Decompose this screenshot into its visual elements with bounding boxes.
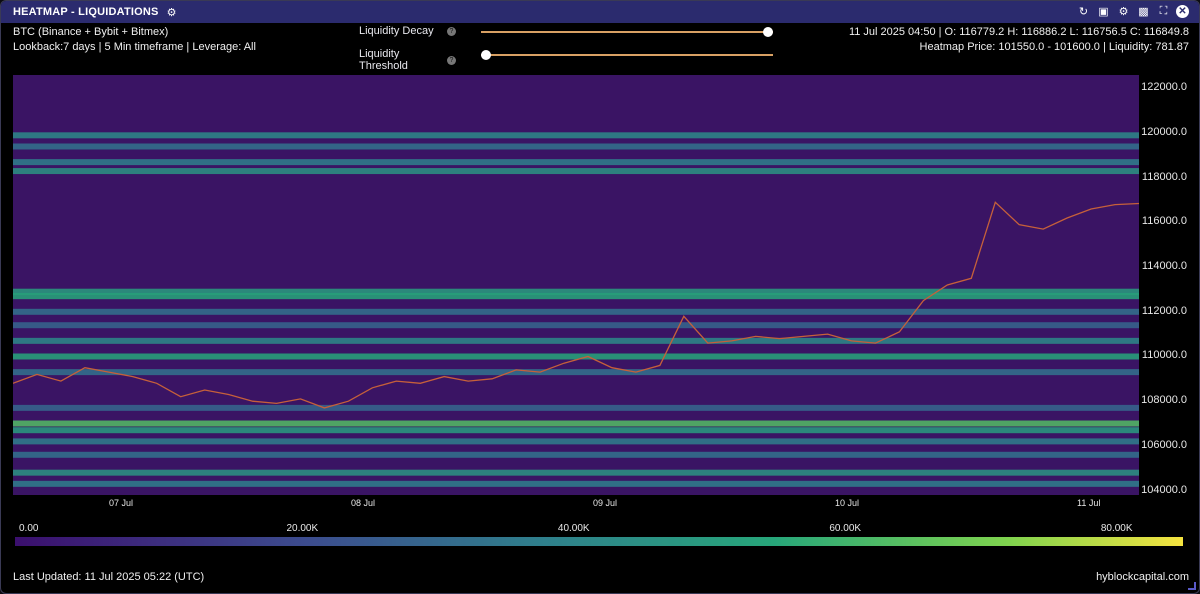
help-icon[interactable]: ?	[447, 26, 456, 36]
camera-icon[interactable]: ▣	[1096, 4, 1111, 19]
colorbar-tick-label: 80.00K	[1100, 523, 1133, 534]
y-tick-label: 114000.0	[1141, 260, 1187, 273]
slider-handle[interactable]	[763, 27, 773, 37]
title-bar: HEATMAP - LIQUIDATIONS ⚙ ↻ ▣ ⚙ ▩ ⛶ ✕	[1, 1, 1199, 23]
liquidity-band	[13, 143, 1139, 150]
save-icon[interactable]: ▩	[1136, 4, 1151, 19]
ohlc-panel: 11 Jul 2025 04:50 | O: 116779.2 H: 11688…	[849, 25, 1189, 55]
liquidity-band	[13, 322, 1139, 329]
brand-text[interactable]: hyblockcapital.com	[1096, 571, 1189, 583]
refresh-icon[interactable]: ↻	[1076, 4, 1091, 19]
ohlc-text: 11 Jul 2025 04:50 | O: 116779.2 H: 11688…	[848, 26, 1189, 38]
liquidity-band	[13, 159, 1139, 166]
close-icon[interactable]: ✕	[1176, 5, 1189, 18]
liquidity-threshold-label: Liquidity Threshold	[359, 48, 408, 72]
colorbar-tick-label: 60.00K	[829, 523, 862, 534]
colorbar-tick-label: 40.00K	[557, 523, 590, 534]
x-tick-label: 09 Jul	[593, 498, 618, 508]
params-text: Lookback:7 days | 5 Min timeframe | Leve…	[13, 41, 256, 53]
heatmap-window: HEATMAP - LIQUIDATIONS ⚙ ↻ ▣ ⚙ ▩ ⛶ ✕ BTC…	[0, 0, 1200, 594]
y-tick-label: 112000.0	[1141, 304, 1187, 317]
heatmap-price-text: Heatmap Price: 101550.0 - 101600.0 | Liq…	[919, 41, 1189, 53]
y-tick-label: 116000.0	[1141, 215, 1187, 228]
heatmap-chart[interactable]	[13, 75, 1139, 495]
x-tick-label: 07 Jul	[109, 498, 134, 508]
liquidity-decay-slider[interactable]	[481, 27, 773, 37]
y-tick-label: 122000.0	[1141, 81, 1187, 94]
y-tick-label: 104000.0	[1141, 483, 1187, 496]
colorbar-tick-label: 0.00	[19, 523, 39, 534]
liquidity-band	[13, 308, 1139, 315]
info-panel: BTC (Binance + Bybit + Bitmex) Lookback:…	[13, 25, 256, 55]
liquidity-decay-label: Liquidity Decay	[359, 25, 434, 37]
x-tick-label: 08 Jul	[351, 498, 376, 508]
x-tick-label: 11 Jul	[1077, 498, 1101, 508]
y-tick-label: 110000.0	[1141, 349, 1187, 362]
slider-handle[interactable]	[481, 50, 491, 60]
liquidity-band	[13, 427, 1139, 434]
liquidity-threshold-slider[interactable]	[481, 50, 773, 60]
liquidity-band	[13, 293, 1139, 300]
colorbar	[15, 537, 1183, 546]
colorbar-tick-label: 20.00K	[286, 523, 319, 534]
y-tick-label: 118000.0	[1141, 170, 1187, 183]
resize-handle[interactable]	[1188, 582, 1196, 590]
liquidity-band	[13, 353, 1139, 360]
help-icon[interactable]: ?	[447, 55, 456, 65]
liquidity-threshold-row: Liquidity Threshold ?	[359, 48, 773, 72]
y-tick-label: 106000.0	[1141, 438, 1187, 451]
y-tick-label: 120000.0	[1141, 126, 1187, 139]
liquidity-band	[13, 469, 1139, 476]
liquidity-band	[13, 337, 1139, 344]
window-title: HEATMAP - LIQUIDATIONS	[13, 6, 159, 18]
window-toolbar: ↻ ▣ ⚙ ▩ ⛶ ✕	[1076, 4, 1189, 19]
liquidity-decay-row: Liquidity Decay ?	[359, 25, 773, 37]
settings-sliders-icon[interactable]: ⚙	[167, 6, 177, 19]
liquidity-band	[13, 438, 1139, 445]
x-tick-label: 10 Jul	[835, 498, 860, 508]
liquidity-band	[13, 420, 1139, 427]
last-updated-text: Last Updated: 11 Jul 2025 05:22 (UTC)	[13, 571, 205, 583]
exchanges-text: BTC (Binance + Bybit + Bitmex)	[13, 26, 169, 38]
liquidity-band	[13, 404, 1139, 411]
liquidity-band	[13, 168, 1139, 175]
liquidity-band	[13, 480, 1139, 487]
liquidity-band	[13, 451, 1139, 458]
gear-icon[interactable]: ⚙	[1116, 4, 1131, 19]
y-tick-label: 108000.0	[1141, 394, 1187, 407]
fullscreen-icon[interactable]: ⛶	[1156, 4, 1171, 19]
liquidity-band	[13, 369, 1139, 376]
liquidity-band	[13, 132, 1139, 139]
